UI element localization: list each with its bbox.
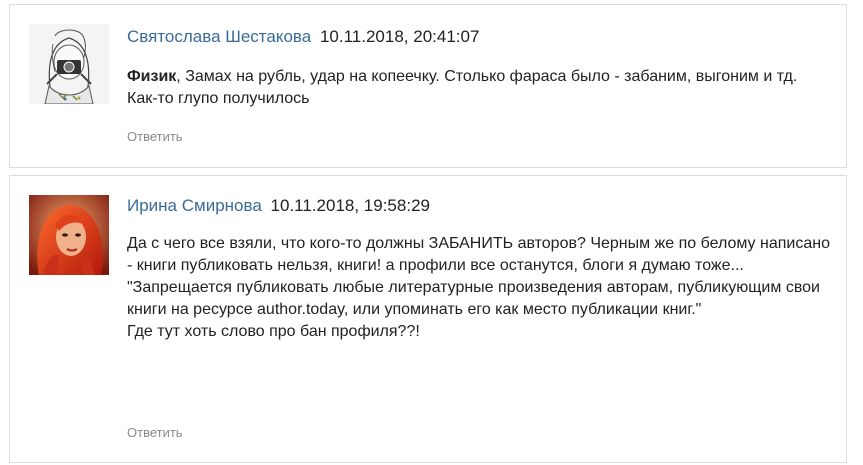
mention: Физик [127,68,177,85]
comment-meta: Ирина Смирнова 10.11.2018, 19:58:29 [127,196,830,216]
comment-card: Святослава Шестакова 10.11.2018, 20:41:0… [9,4,847,168]
avatar[interactable] [29,195,109,275]
red-haired-woman-icon [29,195,109,275]
comment-body: , Замах на рубль, удар на копеечку. Стол… [127,68,798,107]
reply-button[interactable]: Ответить [127,129,183,144]
comment-text: Физик, Замах на рубль, удар на копеечку.… [127,66,830,110]
comment-quote: "Запрещается публиковать любые литератур… [127,279,820,318]
author-link[interactable]: Ирина Смирнова [127,196,262,215]
comment-text: Да с чего все взяли, что кого-то должны … [127,233,830,343]
comment-paragraph: Да с чего все взяли, что кого-то должны … [127,235,830,274]
comment-paragraph: Где тут хоть слово про бан профиля??! [127,323,420,340]
comment-meta: Святослава Шестакова 10.11.2018, 20:41:0… [127,27,830,47]
comment-date: 10.11.2018, 20:41:07 [319,27,480,46]
author-link[interactable]: Святослава Шестакова [127,27,311,46]
reply-button[interactable]: Ответить [127,425,183,440]
sketch-girl-camera-icon [29,24,109,104]
avatar[interactable] [29,24,109,104]
comment-card: Ирина Смирнова 10.11.2018, 19:58:29 Да с… [9,175,847,463]
comment-date: 10.11.2018, 19:58:29 [270,196,430,215]
